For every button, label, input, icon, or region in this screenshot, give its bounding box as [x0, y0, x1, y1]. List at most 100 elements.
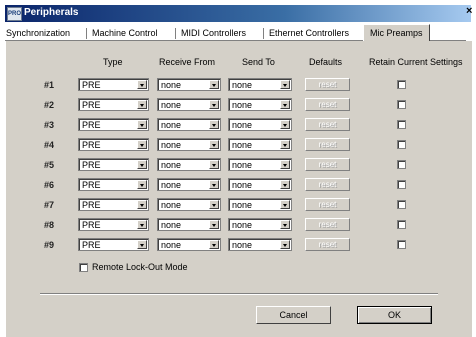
reset-button[interactable]: reset	[305, 138, 350, 151]
retain-settings-checkbox[interactable]	[397, 220, 406, 229]
receive-from-select[interactable]: none	[157, 238, 221, 251]
chevron-down-icon[interactable]	[280, 160, 290, 169]
chevron-down-icon[interactable]	[280, 80, 290, 89]
send-to-select[interactable]: none	[228, 78, 292, 91]
title-bar[interactable]: PRO Peripherals	[5, 5, 471, 22]
select-value: none	[232, 240, 253, 250]
send-to-select[interactable]: none	[228, 198, 292, 211]
reset-button[interactable]: reset	[305, 178, 350, 191]
column-header-receive-from: Receive From	[159, 57, 216, 67]
chevron-down-icon[interactable]	[137, 80, 147, 89]
receive-from-select[interactable]: none	[157, 158, 221, 171]
send-to-select[interactable]: none	[228, 158, 292, 171]
retain-settings-checkbox[interactable]	[397, 80, 406, 89]
tab-separator	[263, 28, 264, 39]
send-to-select[interactable]: none	[228, 238, 292, 251]
chevron-down-icon[interactable]	[280, 100, 290, 109]
chevron-down-icon[interactable]	[280, 240, 290, 249]
retain-settings-checkbox[interactable]	[397, 140, 406, 149]
type-select[interactable]: PRE	[78, 138, 149, 151]
send-to-select[interactable]: none	[228, 118, 292, 131]
chevron-down-icon[interactable]	[280, 200, 290, 209]
retain-settings-checkbox[interactable]	[397, 180, 406, 189]
send-to-select[interactable]: none	[228, 138, 292, 151]
chevron-down-icon[interactable]	[209, 200, 219, 209]
chevron-down-icon[interactable]	[280, 140, 290, 149]
type-select[interactable]: PRE	[78, 78, 149, 91]
retain-settings-checkbox[interactable]	[397, 200, 406, 209]
select-value: PRE	[82, 100, 101, 110]
tab-mic-preamps[interactable]: Mic Preamps	[363, 24, 430, 41]
receive-from-select[interactable]: none	[157, 218, 221, 231]
chevron-down-icon[interactable]	[209, 220, 219, 229]
chevron-down-icon[interactable]	[209, 100, 219, 109]
select-value: none	[161, 160, 182, 170]
tab-synchronization[interactable]: Synchronization	[6, 27, 70, 40]
chevron-down-icon[interactable]	[137, 240, 147, 249]
chevron-down-icon[interactable]	[137, 180, 147, 189]
type-select[interactable]: PRE	[78, 118, 149, 131]
remote-lockout-checkbox[interactable]	[79, 263, 88, 272]
chevron-down-icon[interactable]	[137, 160, 147, 169]
retain-settings-checkbox[interactable]	[397, 240, 406, 249]
reset-button[interactable]: reset	[305, 198, 350, 211]
reset-button[interactable]: reset	[305, 218, 350, 231]
chevron-down-icon[interactable]	[209, 180, 219, 189]
chevron-down-icon[interactable]	[209, 140, 219, 149]
chevron-down-icon[interactable]	[137, 120, 147, 129]
preamp-row-label: #8	[44, 220, 55, 230]
send-to-select[interactable]: none	[228, 178, 292, 191]
chevron-down-icon[interactable]	[209, 80, 219, 89]
receive-from-select[interactable]: none	[157, 78, 221, 91]
reset-button[interactable]: reset	[305, 98, 350, 111]
ok-button[interactable]: OK	[357, 306, 432, 324]
type-select[interactable]: PRE	[78, 238, 149, 251]
type-select[interactable]: PRE	[78, 178, 149, 191]
select-value: none	[161, 140, 182, 150]
close-icon[interactable]: ×	[466, 5, 472, 17]
reset-button[interactable]: reset	[305, 118, 350, 131]
select-value: none	[161, 100, 182, 110]
tab-bar: Synchronization Machine Control MIDI Con…	[5, 24, 466, 41]
receive-from-select[interactable]: none	[157, 138, 221, 151]
select-value: PRE	[82, 80, 101, 90]
chevron-down-icon[interactable]	[209, 160, 219, 169]
chevron-down-icon[interactable]	[280, 180, 290, 189]
remote-lockout-label: Remote Lock-Out Mode	[92, 262, 188, 272]
receive-from-select[interactable]: none	[157, 118, 221, 131]
chevron-down-icon[interactable]	[137, 220, 147, 229]
peripherals-window: PRO Peripherals × Synchronization Machin…	[0, 0, 476, 337]
app-icon: PRO	[7, 7, 22, 21]
type-select[interactable]: PRE	[78, 98, 149, 111]
receive-from-select[interactable]: none	[157, 198, 221, 211]
preamp-row-label: #3	[44, 120, 55, 130]
chevron-down-icon[interactable]	[280, 220, 290, 229]
cancel-button[interactable]: Cancel	[256, 306, 331, 324]
column-header-send-to: Send To	[242, 57, 275, 67]
chevron-down-icon[interactable]	[137, 100, 147, 109]
receive-from-select[interactable]: none	[157, 98, 221, 111]
chevron-down-icon[interactable]	[209, 120, 219, 129]
chevron-down-icon[interactable]	[209, 240, 219, 249]
reset-button[interactable]: reset	[305, 158, 350, 171]
tab-machine-control[interactable]: Machine Control	[92, 27, 158, 40]
send-to-select[interactable]: none	[228, 98, 292, 111]
chevron-down-icon[interactable]	[137, 200, 147, 209]
reset-button[interactable]: reset	[305, 78, 350, 91]
retain-settings-checkbox[interactable]	[397, 160, 406, 169]
preamp-row-label: #6	[44, 180, 55, 190]
type-select[interactable]: PRE	[78, 198, 149, 211]
tab-midi-controllers[interactable]: MIDI Controllers	[181, 27, 246, 40]
select-value: PRE	[82, 220, 101, 230]
chevron-down-icon[interactable]	[137, 140, 147, 149]
chevron-down-icon[interactable]	[280, 120, 290, 129]
type-select[interactable]: PRE	[78, 218, 149, 231]
retain-settings-checkbox[interactable]	[397, 120, 406, 129]
send-to-select[interactable]: none	[228, 218, 292, 231]
select-value: PRE	[82, 200, 101, 210]
type-select[interactable]: PRE	[78, 158, 149, 171]
receive-from-select[interactable]: none	[157, 178, 221, 191]
tab-ethernet-controllers[interactable]: Ethernet Controllers	[269, 27, 349, 40]
retain-settings-checkbox[interactable]	[397, 100, 406, 109]
reset-button[interactable]: reset	[305, 238, 350, 251]
